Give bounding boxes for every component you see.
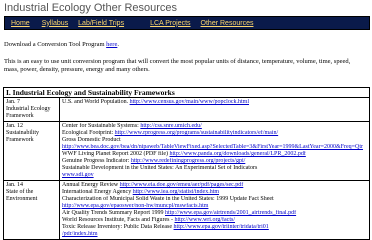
resource-line: Toxic Release Inventory: Public Data Rel…	[62, 224, 367, 231]
resource-link[interactable]: http://www.epa.gov/airtrends/2001_airtre…	[165, 210, 296, 216]
resource-text: International Energy Agency	[62, 189, 133, 195]
section-heading: I. Industrial Ecology and Sustainability…	[4, 88, 369, 98]
table-row: Jan. 12 Sustainability Framework Center fo…	[4, 122, 369, 181]
resource-text: Air Quality Trends Summary Report 1999	[62, 210, 165, 216]
page-title: Industrial Ecology Other Resources	[4, 2, 178, 14]
resource-line: Center for Sustainable Systems: http://c…	[62, 123, 367, 130]
download-link[interactable]: here	[106, 41, 117, 48]
resources-cell: U.S. and World Population. http://www.ce…	[60, 98, 369, 121]
row-topic: Industrial Ecology Framework	[6, 106, 51, 119]
resource-line: Genuine Progress Indicator: http://www.r…	[62, 158, 367, 165]
resource-line: World Resources Institute, Facts and Fig…	[62, 217, 367, 224]
resource-text: Toxic Release Inventory: Public Data Rel…	[62, 224, 174, 230]
nav-link-other-resources[interactable]: Other Resources	[201, 20, 254, 27]
resource-link[interactable]: http://www.epa.gov/epaoswer/non-hw/muncp…	[62, 203, 208, 209]
row-topic: Sustainability Framework	[6, 130, 39, 143]
row-date: Jan. 12	[6, 123, 23, 129]
resource-line: Gross Domestic Product	[62, 137, 367, 144]
resource-line: Sustainable Development in the United St…	[62, 165, 367, 172]
resource-text: Sustainable Development in the United St…	[62, 165, 258, 171]
download-text: Download a Conversion Tool Program	[4, 41, 107, 48]
resource-line: http://www.bea.doc.gov/bea/dn/nipaweb/Ta…	[62, 144, 367, 151]
resource-link[interactable]: http://www.rprogress.org/programs/sustai…	[115, 130, 278, 136]
resource-line: Characterization of Municipal Solid Wast…	[62, 196, 367, 203]
date-topic-cell: Jan. 7 Industrial Ecology Framework	[4, 98, 60, 121]
nav-bar: Home Syllabus Lab/Field Trips LCA Projec…	[4, 16, 370, 30]
resource-line: WWF Living Planet Report 2002 (PDF file)…	[62, 151, 367, 158]
download-paragraph: Download a Conversion Tool Program here.	[4, 41, 119, 49]
nav-link-syllabus[interactable]: Syllabus	[42, 20, 68, 27]
resource-text: Gross Domestic Product	[62, 137, 121, 143]
resource-text: Ecological Footprint:	[62, 130, 115, 136]
resource-link[interactable]: www.sdi.gov	[62, 172, 94, 178]
download-suffix: .	[117, 41, 119, 48]
resource-link[interactable]: http://www.census.gov/main/www/popclock.…	[130, 99, 249, 105]
resource-link[interactable]: http://www.eia.doe.gov/emeu/aer/pdf/page…	[120, 182, 244, 188]
resource-link[interactable]: /pdr/index.htm	[62, 231, 98, 237]
table-row: Jan. 14 State of the Environment Annual En…	[4, 181, 369, 239]
resource-line: /pdr/index.htm	[62, 231, 367, 238]
nav-link-lca-projects[interactable]: LCA Projects	[150, 20, 190, 27]
row-date: Jan. 7	[6, 99, 20, 105]
resource-link[interactable]: http://css.snre.umich.edu/	[140, 123, 202, 129]
nav-link-home[interactable]: Home	[11, 20, 30, 27]
resource-link[interactable]: http://www.iea.org/statist/index.htm	[133, 189, 219, 195]
resource-text: World Resources Institute, Facts and Fig…	[62, 217, 175, 223]
resources-cell: Center for Sustainable Systems: http://c…	[60, 122, 369, 180]
row-date: Jan. 14	[6, 182, 23, 188]
resource-text: U.S. and World Population.	[62, 99, 130, 105]
resource-line: Annual Energy Review http://www.eia.doe.…	[62, 182, 367, 189]
resource-text: Annual Energy Review	[62, 182, 120, 188]
resource-text: Characterization of Municipal Solid Wast…	[62, 196, 274, 202]
resources-table: I. Industrial Ecology and Sustainability…	[3, 87, 370, 240]
resource-line: U.S. and World Population. http://www.ce…	[62, 99, 367, 106]
resource-link[interactable]: http://www.redefiningprogress.org/projec…	[131, 158, 245, 164]
page: Industrial Ecology Other Resources Home …	[0, 0, 372, 240]
resource-line: International Energy Agency http://www.i…	[62, 189, 367, 196]
resource-link[interactable]: http://www.bea.doc.gov/bea/dn/nipaweb/Ta…	[62, 144, 363, 150]
resource-link[interactable]: http://www.epa.gov/triinter/tridata/tri0…	[174, 224, 269, 230]
resource-link[interactable]: http://www.panda.org/downloads/general/L…	[170, 151, 306, 157]
resource-text: Center for Sustainable Systems:	[62, 123, 141, 129]
resource-line: Ecological Footprint: http://www.rprogre…	[62, 130, 367, 137]
resource-line: www.sdi.gov	[62, 172, 367, 179]
table-row: Jan. 7 Industrial Ecology Framework U.S. a…	[4, 98, 369, 122]
date-topic-cell: Jan. 12 Sustainability Framework	[4, 122, 60, 180]
resource-text: Genuine Progress Indicator:	[62, 158, 131, 164]
resources-cell: Annual Energy Review http://www.eia.doe.…	[60, 181, 369, 239]
intro-paragraph: This is an easy to use unit conversion p…	[4, 58, 351, 73]
row-topic: State of the Environment	[6, 189, 38, 202]
nav-link-lab-field-trips[interactable]: Lab/Field Trips	[78, 20, 124, 27]
table-body: Jan. 7 Industrial Ecology Framework U.S. a…	[4, 98, 369, 239]
resource-link[interactable]: http://www.wri.org/facts/	[175, 217, 236, 223]
date-topic-cell: Jan. 14 State of the Environment	[4, 181, 60, 239]
resource-text: WWF Living Planet Report 2002 (PDF file)	[62, 151, 170, 157]
resource-line: Air Quality Trends Summary Report 1999 h…	[62, 210, 367, 217]
resource-line: http://www.epa.gov/epaoswer/non-hw/muncp…	[62, 203, 367, 210]
